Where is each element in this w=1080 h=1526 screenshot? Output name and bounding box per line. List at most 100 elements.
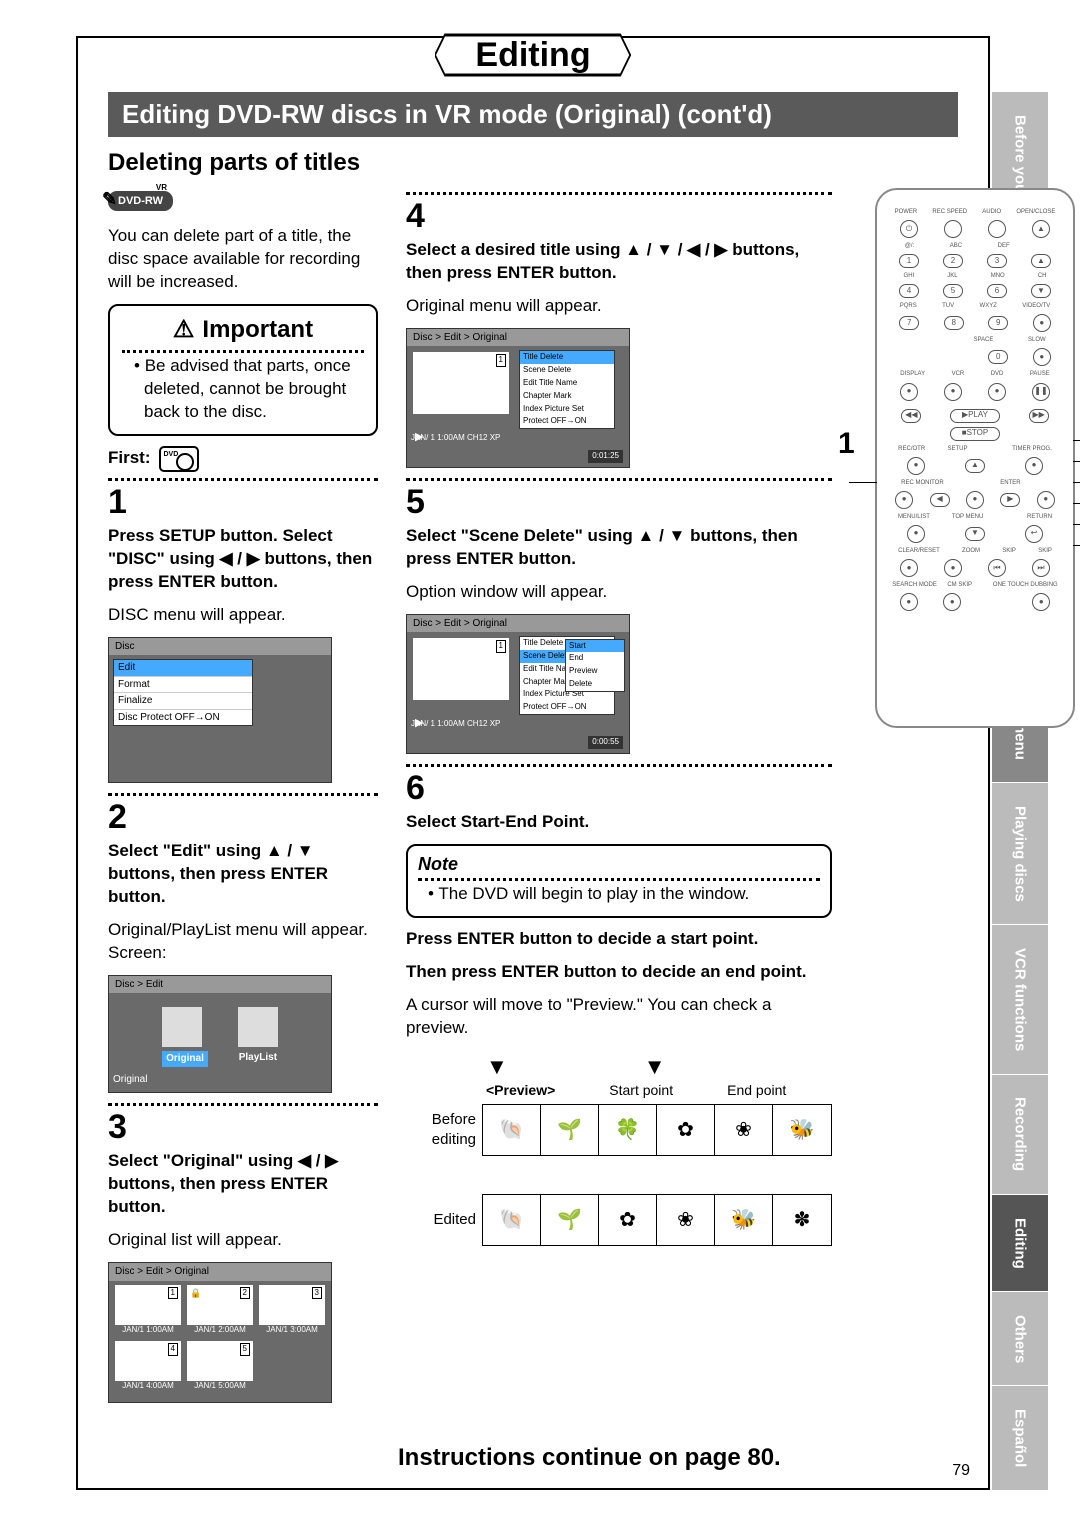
return-button[interactable]: ↩ [1025, 525, 1043, 543]
osd-disc-menu: Disc Edit Format Finalize Disc Protect O… [108, 637, 332, 784]
osd-crumbs: Disc > Edit > Original [407, 329, 629, 347]
down-arrow-icon: ▼ [644, 1052, 666, 1082]
step-6-instr3: Then press ENTER button to decide an end… [406, 962, 806, 981]
playlist-label: PlayList [238, 1051, 278, 1065]
dvd-button[interactable]: ● [988, 383, 1006, 401]
edited-label: Edited [406, 1210, 476, 1230]
osd-time: 0:00:55 [588, 736, 623, 749]
step-3-instr: Select "Original" using ◀ / ▶ buttons, t… [108, 1151, 338, 1216]
osd-crumbs: Disc > Edit [109, 976, 331, 994]
osd-item-format: Format [114, 677, 252, 694]
skip-fwd-button[interactable]: ⏭ [1032, 559, 1050, 577]
setup-button[interactable]: ▲ [965, 459, 985, 473]
end-point-label: End point [727, 1081, 786, 1100]
skip-back-button[interactable]: ⏮ [988, 559, 1006, 577]
step-1-result: DISC menu will appear. [108, 604, 378, 627]
search-mode-button[interactable]: ● [900, 593, 918, 611]
osd-scene-delete: Disc > Edit > Original 1 ▶ Title Delete … [406, 614, 630, 754]
lead-line-left [849, 482, 877, 483]
one-touch-dubbing-button[interactable]: ● [1032, 593, 1050, 611]
video-tv-button[interactable]: ● [1033, 314, 1051, 332]
step-2-result: Original/PlayList menu will appear. [108, 920, 368, 939]
step-6-result: A cursor will move to "Preview." You can… [406, 994, 832, 1040]
osd-title-menu: Disc > Edit > Original 1 ▶ Title Delete … [406, 328, 630, 468]
step-6-instr2: Press ENTER button to decide a start poi… [406, 929, 758, 948]
callout-1-left: 1 [838, 424, 855, 465]
audio-button[interactable] [988, 220, 1006, 238]
rec-monitor-button[interactable]: ● [895, 491, 913, 509]
header-ribbon: Editing [76, 30, 990, 80]
zoom-button[interactable]: ● [944, 559, 962, 577]
rec-speed-button[interactable] [944, 220, 962, 238]
step-5-number: 5 [406, 485, 832, 519]
osd-item-finalize: Finalize [114, 693, 252, 710]
right-button[interactable]: ▶ [1000, 493, 1020, 507]
step-4-result: Original menu will appear. [406, 295, 832, 318]
preview-diagram: ▼ ▼ <Preview> Start point End point Befor… [406, 1052, 832, 1247]
play-button[interactable]: ▶ PLAY [950, 409, 1000, 423]
strip-before: 🐚 🌱 🍀 ✿ ❀ 🐝 [482, 1104, 832, 1156]
down-button[interactable]: ▼ [965, 527, 985, 541]
dvd-rw-badge: ✎ DVD-RW VR [108, 191, 173, 211]
before-editing-label: Before editing [406, 1110, 476, 1151]
dvd-icon [159, 446, 199, 472]
original-icon [162, 1007, 202, 1047]
preview-window: 1 [413, 352, 509, 414]
power-button[interactable]: ⏻ [900, 220, 918, 238]
osd-crumbs: Disc > Edit > Original [407, 615, 629, 633]
preview-title: <Preview> [486, 1081, 555, 1100]
menu-list-button[interactable]: ● [907, 525, 925, 543]
osd-disc-list: Edit Format Finalize Disc Protect OFF→ON [113, 659, 253, 726]
note-bullet: • The DVD will begin to play in the wind… [428, 883, 820, 906]
down-arrow-icon: ▼ [486, 1052, 508, 1082]
step-3-result: Original list will appear. [108, 1229, 378, 1252]
clear-reset-button[interactable]: ● [900, 559, 918, 577]
ch-down-button[interactable]: ▼ [1031, 284, 1051, 298]
osd-crumbs: Disc [109, 638, 331, 656]
start-point-label: Start point [609, 1081, 673, 1100]
rew-button[interactable]: ◀◀ [901, 409, 921, 423]
osd-status: Original [113, 1073, 327, 1087]
play-icon: ▶ [415, 430, 423, 445]
cm-skip-button[interactable]: ● [943, 593, 961, 611]
slow-button[interactable]: ● [1033, 348, 1051, 366]
step-4-instr: Select a desired title using ▲ / ▼ / ◀ /… [406, 240, 799, 282]
osd-crumbs: Disc > Edit > Original [109, 1263, 331, 1281]
section-title: Deleting parts of titles [108, 149, 360, 177]
osd-thumb-grid: Disc > Edit > Original 1JAN/1 1:00AM 🔒2J… [108, 1262, 332, 1403]
original-label: Original [162, 1051, 208, 1067]
timer-prog-button[interactable]: ● [1025, 457, 1043, 475]
subtitle-bar: Editing DVD-RW discs in VR mode (Origina… [108, 92, 958, 137]
remote-control-diagram: POWERREC SPEED AUDIOOPEN/CLOSE ⏻ ▲ @/:AB… [875, 188, 1075, 728]
title-menu-list: Title Delete Scene Delete Edit Title Nam… [519, 350, 615, 429]
column-1: ✎ DVD-RW VR You can delete part of a tit… [108, 188, 378, 1436]
strip-edited: 🐚 🌱 ✿ ❀ 🐝 ✽ [482, 1194, 832, 1246]
step-1-number: 1 [108, 485, 378, 519]
left-button[interactable]: ◀ [930, 493, 950, 507]
step-6-instr1: Select Start-End Point. [406, 812, 589, 831]
display-button[interactable]: ● [900, 383, 918, 401]
osd-item-edit: Edit [114, 660, 252, 677]
column-3: 1 1 2 3 4 5 6 POWERREC SPEED AUDIOOPEN/C… [860, 188, 1080, 1436]
ff-button[interactable]: ▶▶ [1029, 409, 1049, 423]
play-icon: ▶ [415, 716, 423, 731]
rec-otr-button[interactable]: ● [907, 457, 925, 475]
first-label: First: [108, 446, 378, 472]
stop-button[interactable]: ■ STOP [950, 427, 1000, 441]
osd-status-line: JAN/ 1 1:00AM CH12 XP [411, 715, 625, 730]
note-box: Note • The DVD will begin to play in the… [406, 844, 832, 918]
important-box: Important • Be advised that parts, once … [108, 304, 378, 436]
step-2-number: 2 [108, 800, 378, 834]
note-heading: Note [418, 852, 820, 876]
pause-button[interactable]: ❚❚ [1032, 383, 1050, 401]
badge-vr: VR [156, 183, 167, 194]
important-bullet: • Be advised that parts, once deleted, c… [134, 355, 364, 424]
ch-up-button[interactable]: ▲ [1031, 254, 1051, 268]
enter-button[interactable]: ● [966, 491, 984, 509]
vcr-button[interactable]: ● [944, 383, 962, 401]
open-close-button[interactable]: ▲ [1032, 220, 1050, 238]
step-6-number: 6 [406, 771, 832, 805]
step-2-instr: Select "Edit" using ▲ / ▼ buttons, then … [108, 841, 328, 906]
continue-text: Instructions continue on page 80. [398, 1444, 781, 1472]
step-1-instr: Press SETUP button. Select "DISC" using … [108, 526, 372, 591]
